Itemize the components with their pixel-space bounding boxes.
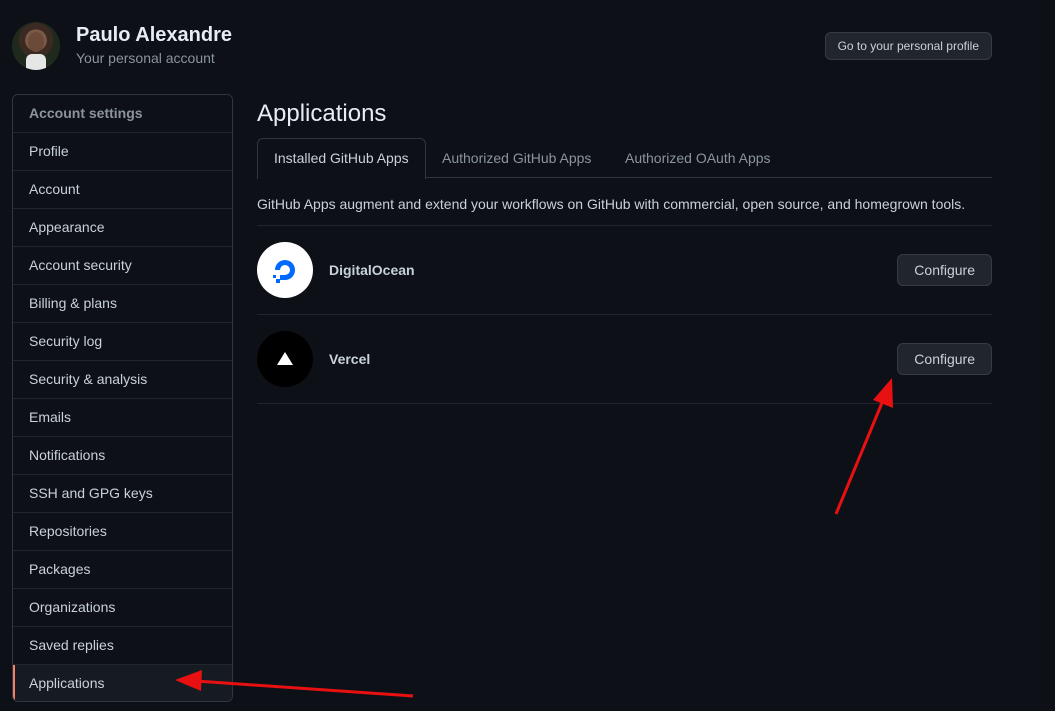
sidebar-item-security-analysis[interactable]: Security & analysis (13, 361, 232, 399)
sidebar-item-organizations[interactable]: Organizations (13, 589, 232, 627)
personal-profile-button[interactable]: Go to your personal profile (824, 32, 992, 60)
avatar[interactable] (12, 22, 60, 70)
tab-authorized-github-apps[interactable]: Authorized GitHub Apps (426, 138, 607, 178)
avatar-face (28, 32, 44, 52)
digitalocean-logo-icon (257, 242, 313, 298)
sidebar-item-emails[interactable]: Emails (13, 399, 232, 437)
sidebar-item-security-log[interactable]: Security log (13, 323, 232, 361)
vercel-logo-svg (277, 352, 293, 365)
sidebar-item-repositories[interactable]: Repositories (13, 513, 232, 551)
sidebar-item-ssh-gpg-keys[interactable]: SSH and GPG keys (13, 475, 232, 513)
sidebar-item-packages[interactable]: Packages (13, 551, 232, 589)
account-header: Paulo Alexandre Your personal account Go… (12, 22, 992, 70)
vercel-logo-icon (257, 331, 313, 387)
sidebar-item-billing[interactable]: Billing & plans (13, 285, 232, 323)
user-subtitle: Your personal account (76, 50, 215, 66)
sidebar-item-appearance[interactable]: Appearance (13, 209, 232, 247)
sidebar-item-account[interactable]: Account (13, 171, 232, 209)
app-row-digitalocean: DigitalOcean Configure (257, 226, 992, 315)
digitalocean-logo-svg (273, 260, 295, 283)
settings-sidebar: Account settings Profile Account Appeara… (12, 94, 233, 702)
sidebar-item-saved-replies[interactable]: Saved replies (13, 627, 232, 665)
page-title: Applications (257, 100, 387, 127)
sidebar-heading: Account settings (13, 95, 232, 133)
tab-installed-github-apps[interactable]: Installed GitHub Apps (257, 138, 426, 179)
user-name[interactable]: Paulo Alexandre (76, 24, 232, 47)
tab-bar: Installed GitHub Apps Authorized GitHub … (257, 138, 992, 179)
sidebar-item-notifications[interactable]: Notifications (13, 437, 232, 475)
tab-authorized-oauth-apps[interactable]: Authorized OAuth Apps (609, 138, 787, 178)
sidebar-item-account-security[interactable]: Account security (13, 247, 232, 285)
app-name-vercel[interactable]: Vercel (329, 315, 370, 403)
apps-description: GitHub Apps augment and extend your work… (257, 178, 992, 226)
avatar-shirt (26, 54, 46, 70)
app-name-digitalocean[interactable]: DigitalOcean (329, 226, 415, 314)
sidebar-item-profile[interactable]: Profile (13, 133, 232, 171)
configure-vercel-button[interactable]: Configure (897, 343, 992, 375)
configure-digitalocean-button[interactable]: Configure (897, 254, 992, 286)
sidebar-item-applications[interactable]: Applications (13, 665, 232, 701)
app-row-vercel: Vercel Configure (257, 315, 992, 404)
main-content: Applications Installed GitHub Apps Autho… (257, 94, 992, 404)
